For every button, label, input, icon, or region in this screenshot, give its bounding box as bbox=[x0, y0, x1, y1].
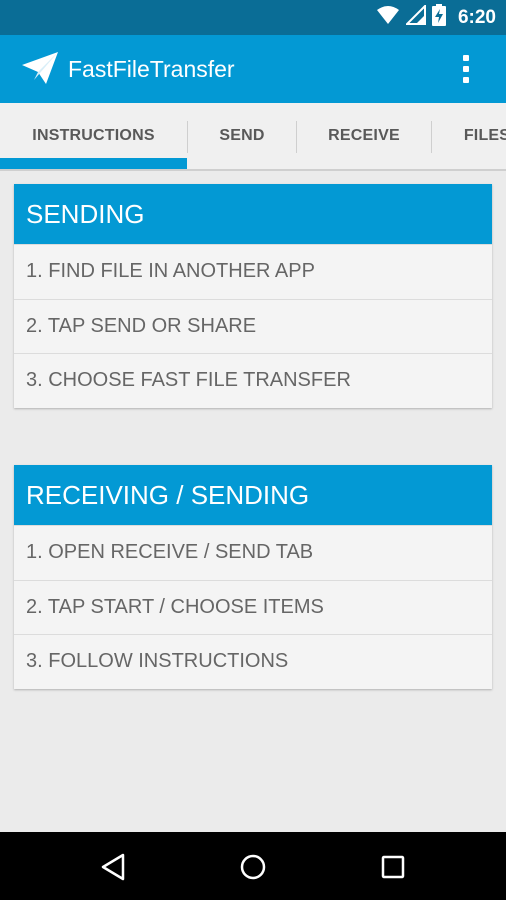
wifi-icon bbox=[376, 5, 400, 30]
app-title: FastFileTransfer bbox=[68, 56, 235, 82]
tab-send[interactable]: SEND bbox=[188, 103, 296, 169]
card-title: RECEIVING / SENDING bbox=[14, 465, 492, 525]
status-bar: 6:20 bbox=[0, 0, 506, 35]
app-bar: FastFileTransfer bbox=[0, 35, 506, 103]
tab-indicator bbox=[0, 158, 187, 169]
card-title: SENDING bbox=[14, 184, 492, 244]
list-item: 3. FOLLOW INSTRUCTIONS bbox=[14, 634, 492, 689]
tab-files[interactable]: FILES bbox=[432, 103, 506, 169]
navigation-bar bbox=[0, 832, 506, 900]
list-item: 1. OPEN RECEIVE / SEND TAB bbox=[14, 525, 492, 580]
status-icons: 6:20 bbox=[376, 0, 496, 35]
home-icon[interactable] bbox=[236, 850, 270, 884]
back-icon[interactable] bbox=[96, 850, 130, 884]
receiving-sending-card: RECEIVING / SENDING 1. OPEN RECEIVE / SE… bbox=[14, 465, 492, 689]
overflow-menu-icon[interactable] bbox=[452, 50, 480, 88]
recents-icon[interactable] bbox=[376, 850, 410, 884]
signal-icon bbox=[404, 3, 426, 30]
list-item: 2. TAP START / CHOOSE ITEMS bbox=[14, 579, 492, 635]
list-item: 1. FIND FILE IN ANOTHER APP bbox=[14, 244, 492, 299]
list-item: 2. TAP SEND OR SHARE bbox=[14, 298, 492, 354]
paper-plane-icon bbox=[20, 50, 60, 86]
status-time: 6:20 bbox=[457, 6, 496, 28]
list-item: 3. CHOOSE FAST FILE TRANSFER bbox=[14, 353, 492, 408]
battery-charging-icon bbox=[431, 4, 446, 31]
tab-receive[interactable]: RECEIVE bbox=[297, 103, 431, 169]
sending-card: SENDING 1. FIND FILE IN ANOTHER APP 2. T… bbox=[14, 184, 492, 408]
